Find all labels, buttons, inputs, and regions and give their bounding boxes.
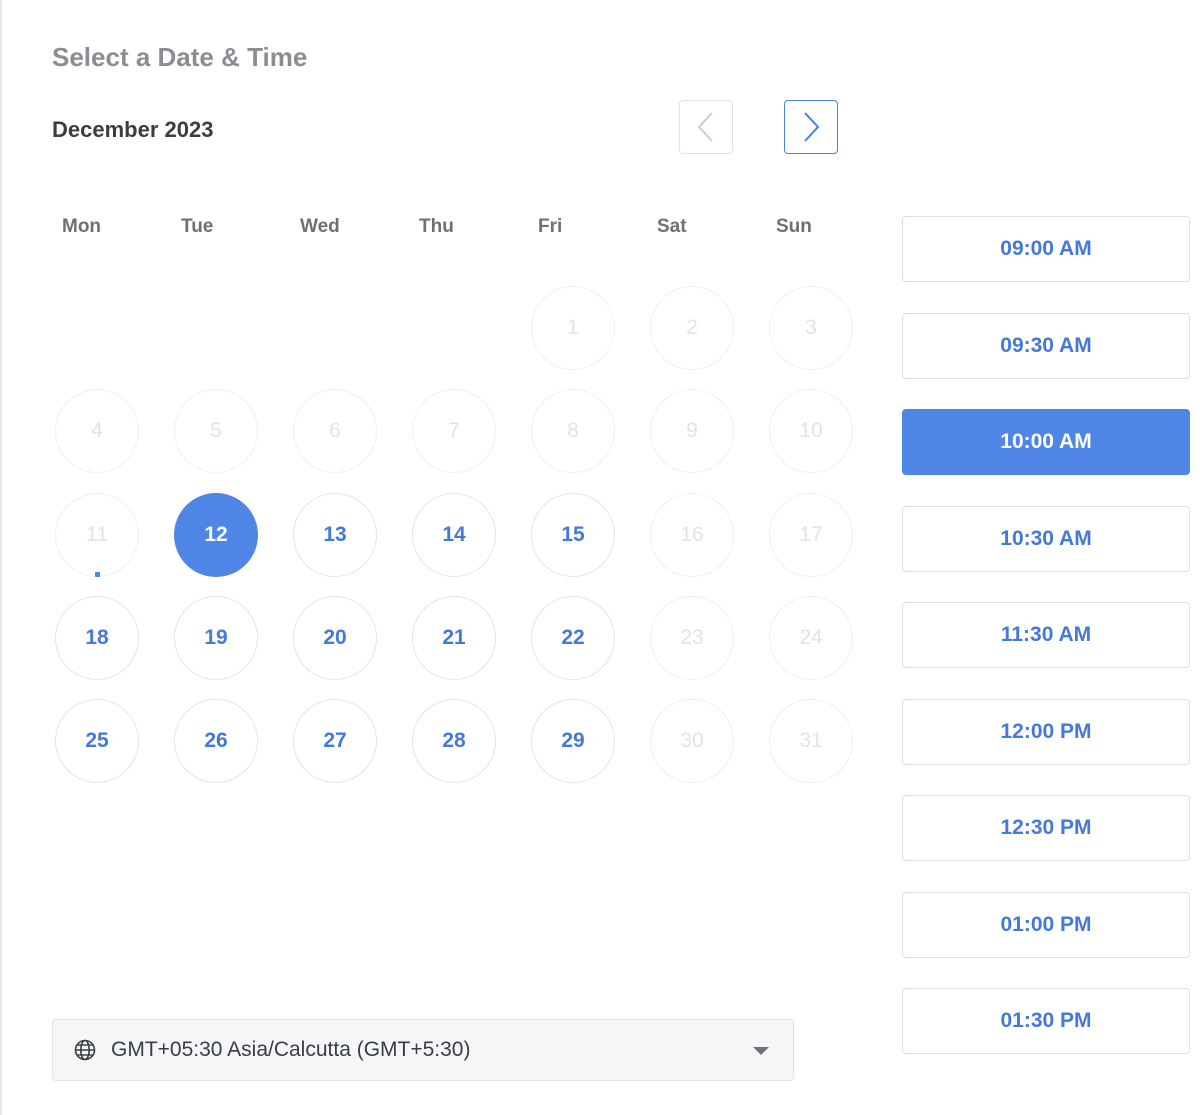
calendar-day-disabled: 3 bbox=[769, 286, 853, 370]
globe-icon bbox=[74, 1039, 96, 1061]
calendar-day[interactable]: 20 bbox=[293, 596, 377, 680]
calendar-day-selected[interactable]: 12 bbox=[174, 493, 258, 577]
time-slot-button[interactable]: 11:30 AM bbox=[902, 602, 1190, 668]
calendar-day-disabled: 2 bbox=[650, 286, 734, 370]
calendar-day-disabled: 17 bbox=[769, 493, 853, 577]
today-indicator bbox=[95, 572, 100, 577]
calendar-day[interactable]: 26 bbox=[174, 699, 258, 783]
weekday-header: Tue bbox=[181, 216, 214, 237]
time-slot-button[interactable]: 12:30 PM bbox=[902, 795, 1190, 861]
calendar-day-disabled: 1 bbox=[531, 286, 615, 370]
calendar-day[interactable]: 19 bbox=[174, 596, 258, 680]
calendar-day[interactable]: 13 bbox=[293, 493, 377, 577]
calendar-day-disabled: 5 bbox=[174, 389, 258, 473]
calendar-day[interactable]: 22 bbox=[531, 596, 615, 680]
calendar-day[interactable]: 25 bbox=[55, 699, 139, 783]
calendar-day[interactable]: 15 bbox=[531, 493, 615, 577]
calendar-day[interactable]: 28 bbox=[412, 699, 496, 783]
next-month-button[interactable] bbox=[784, 100, 838, 154]
chevron-right-icon bbox=[804, 112, 820, 142]
left-divider bbox=[0, 0, 2, 1115]
calendar-day[interactable]: 18 bbox=[55, 596, 139, 680]
calendar-day[interactable]: 14 bbox=[412, 493, 496, 577]
weekday-header: Wed bbox=[300, 216, 340, 237]
weekday-header: Mon bbox=[62, 216, 102, 237]
calendar-day-disabled: 16 bbox=[650, 493, 734, 577]
time-slot-button[interactable]: 09:00 AM bbox=[902, 216, 1190, 282]
time-slot-button[interactable]: 09:30 AM bbox=[902, 312, 1190, 379]
timezone-select[interactable]: GMT+05:30 Asia/Calcutta (GMT+5:30) bbox=[52, 1019, 794, 1081]
weekday-header: Thu bbox=[419, 216, 454, 237]
previous-month-button[interactable] bbox=[679, 100, 733, 154]
page-title: Select a Date & Time bbox=[52, 42, 308, 72]
calendar-day-disabled: 11 bbox=[55, 493, 139, 577]
calendar-day-disabled: 23 bbox=[650, 596, 734, 680]
timezone-label: GMT+05:30 Asia/Calcutta (GMT+5:30) bbox=[111, 1038, 471, 1061]
calendar-day-disabled: 10 bbox=[769, 389, 853, 473]
calendar-day-disabled: 30 bbox=[650, 699, 734, 783]
time-slot-button[interactable]: 12:00 PM bbox=[902, 698, 1190, 765]
weekday-header: Fri bbox=[538, 216, 563, 237]
calendar-day[interactable]: 21 bbox=[412, 596, 496, 680]
caret-down-icon bbox=[753, 1047, 769, 1055]
weekday-header: Sun bbox=[776, 216, 812, 237]
calendar-day-disabled: 8 bbox=[531, 389, 615, 473]
calendar-day[interactable]: 29 bbox=[531, 699, 615, 783]
calendar-day-disabled: 4 bbox=[55, 389, 139, 473]
calendar-day-disabled: 6 bbox=[293, 389, 377, 473]
time-slot-button[interactable]: 10:30 AM bbox=[902, 505, 1190, 572]
chevron-left-icon bbox=[697, 112, 713, 142]
calendar-day-disabled: 9 bbox=[650, 389, 734, 473]
calendar-day-disabled: 24 bbox=[769, 596, 853, 680]
calendar-day[interactable]: 27 bbox=[293, 699, 377, 783]
time-slot-selected[interactable]: 10:00 AM bbox=[902, 409, 1190, 475]
calendar-day-disabled: 7 bbox=[412, 389, 496, 473]
time-slot-button[interactable]: 01:00 PM bbox=[902, 891, 1190, 958]
time-slot-button[interactable]: 01:30 PM bbox=[902, 988, 1190, 1054]
weekday-header: Sat bbox=[657, 216, 687, 237]
calendar-day-disabled: 31 bbox=[769, 699, 853, 783]
month-label: December 2023 bbox=[52, 117, 214, 142]
